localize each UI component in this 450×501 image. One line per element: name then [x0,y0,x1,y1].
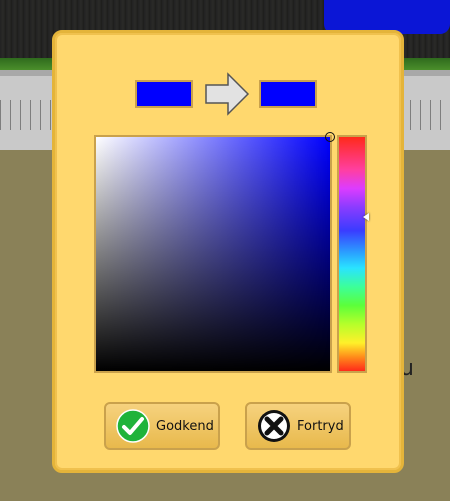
background-vehicle-shape [324,0,450,34]
hue-slider-marker[interactable] [363,212,369,221]
cancel-button[interactable]: Fortryd [245,402,351,450]
hue-slider[interactable] [337,135,369,373]
saturation-value-picker[interactable] [94,132,335,373]
right-arrow-icon [205,72,250,116]
approve-button-label: Godkend [156,418,214,434]
approve-button[interactable]: Godkend [104,402,220,450]
original-color-swatch [135,80,193,108]
cancel-button-label: Fortryd [297,418,344,434]
checkmark-icon [116,409,150,443]
close-icon [258,410,290,442]
new-color-swatch [259,80,317,108]
saturation-value-cursor[interactable] [325,132,335,142]
